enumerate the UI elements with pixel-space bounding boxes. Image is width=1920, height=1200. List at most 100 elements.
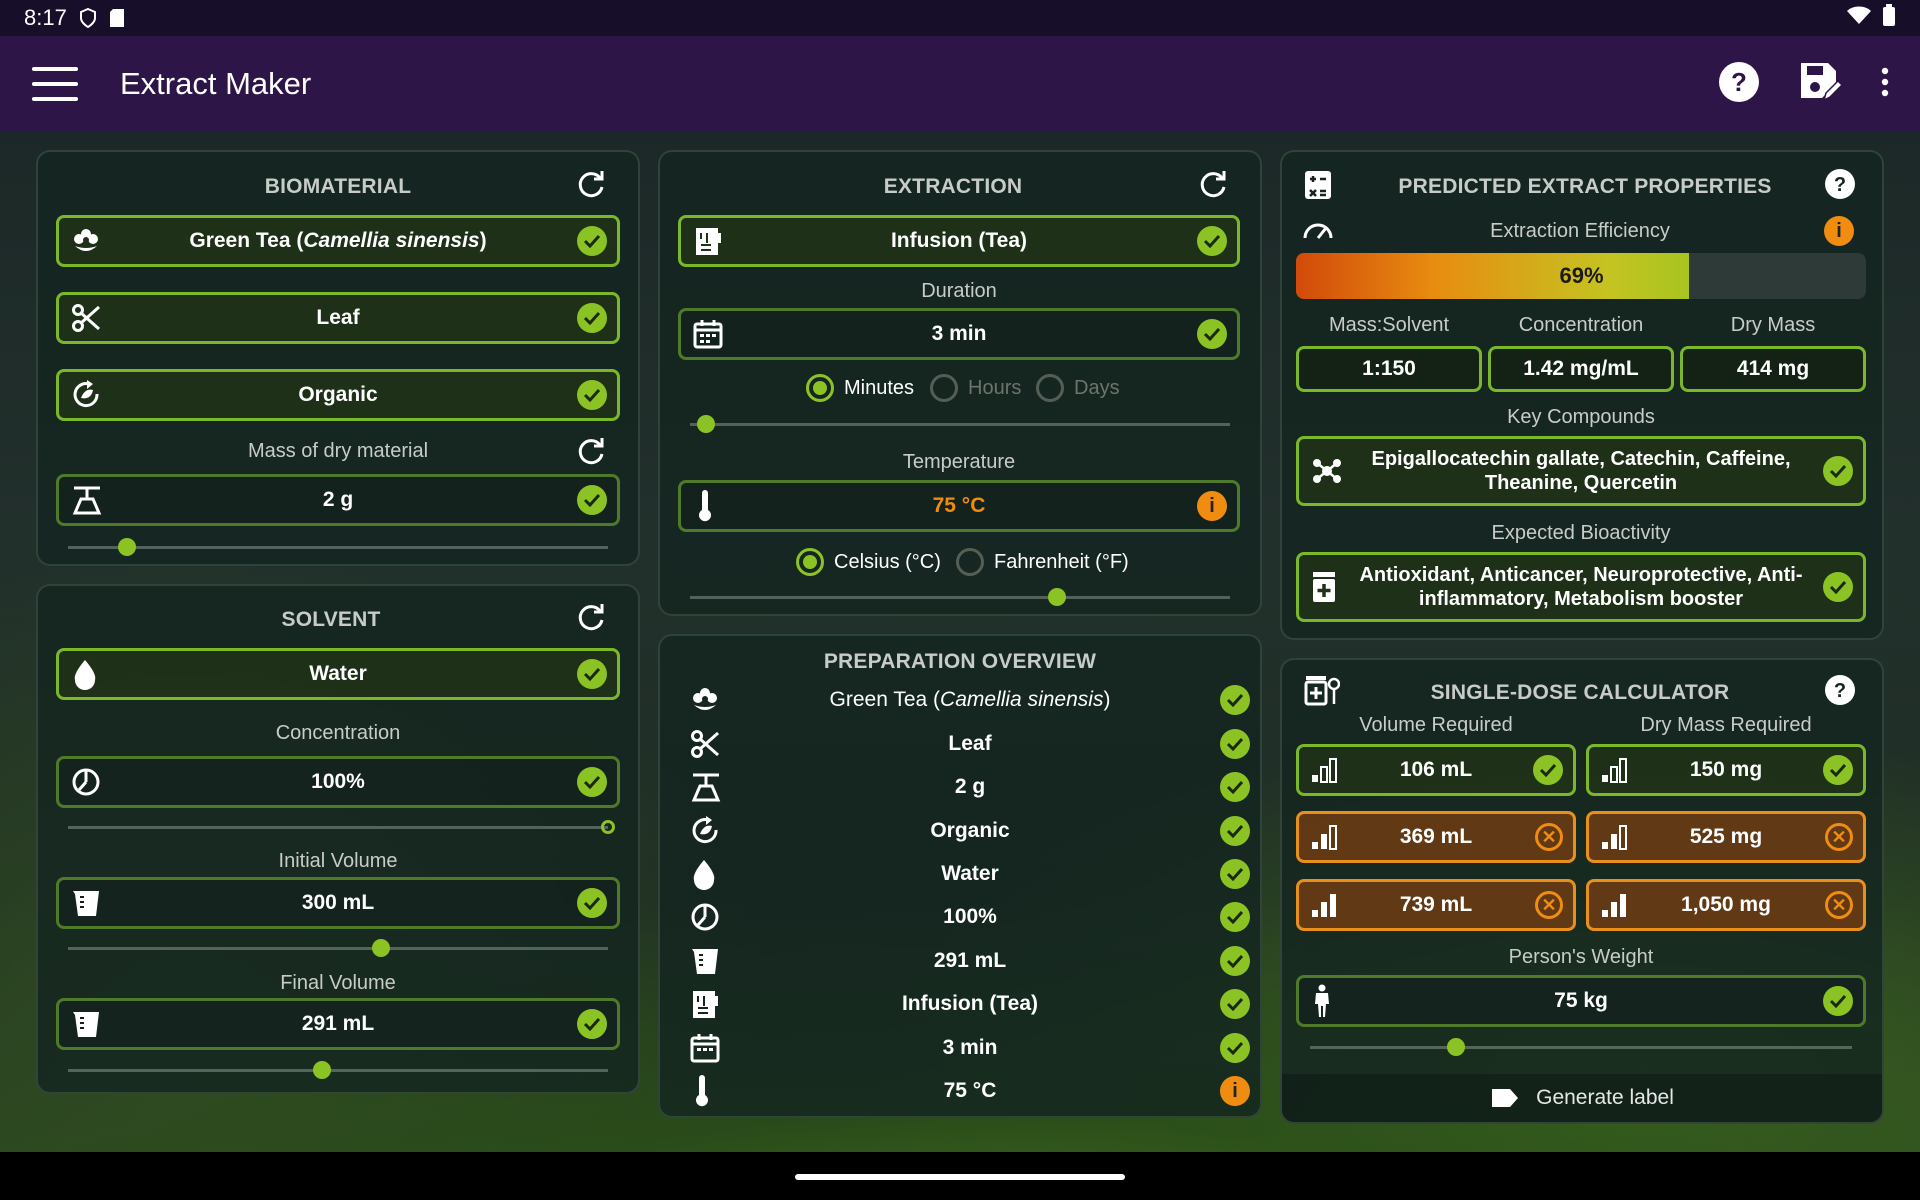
mass-solvent-value: 1:150: [1296, 346, 1482, 392]
bioactivity-value: Antioxidant, Anticancer, Neuroprotective…: [1359, 564, 1803, 610]
info-icon[interactable]: i: [1824, 216, 1854, 246]
cultivation-value: Organic: [298, 383, 378, 406]
plant-part-value: Leaf: [316, 306, 360, 329]
initial-volume-field[interactable]: 300 mL: [56, 877, 620, 929]
mass-dose-low[interactable]: 150 mg: [1586, 744, 1866, 796]
final-volume-label: Final Volume: [280, 972, 396, 994]
initial-volume-value: 300 mL: [301, 891, 375, 914]
help-predicted-icon[interactable]: ?: [1824, 168, 1856, 205]
concentration-field[interactable]: 100%: [56, 756, 620, 808]
menu-icon[interactable]: [32, 67, 78, 101]
key-compounds-field[interactable]: Epigallocatechin gallate, Catechin, Caff…: [1296, 436, 1866, 506]
radio-selected-icon: [806, 374, 834, 402]
mass-dose-medium[interactable]: 525 mg ✕: [1586, 811, 1866, 863]
final-volume-value: 291 mL: [301, 1012, 375, 1035]
temperature-value: 75 °C: [932, 494, 986, 517]
unit-fahrenheit-radio[interactable]: Fahrenheit (°F): [956, 548, 1129, 576]
volume-dose-high[interactable]: 739 mL ✕: [1296, 879, 1576, 931]
home-gesture-handle[interactable]: [795, 1174, 1125, 1180]
duration-slider[interactable]: [690, 415, 1230, 433]
weight-slider[interactable]: [1310, 1038, 1852, 1056]
method-value: Infusion (Tea): [890, 229, 1028, 252]
initial-volume-slider[interactable]: [68, 939, 608, 957]
check-icon: [1220, 946, 1250, 976]
reset-biomaterial-icon[interactable]: [576, 170, 606, 205]
weight-field[interactable]: 75 kg: [1296, 975, 1866, 1027]
check-icon: [577, 303, 607, 333]
mass-dose-high-value: 1,050 mg: [1681, 893, 1771, 916]
recycle-icon: [690, 816, 720, 846]
radio-unselected-icon: [930, 374, 958, 402]
overview-row-cultivation: Organic: [690, 811, 1250, 851]
pie-icon: [690, 902, 720, 932]
final-volume-field[interactable]: 291 mL: [56, 998, 620, 1050]
reset-solvent-icon[interactable]: [576, 603, 606, 638]
plant-field[interactable]: Green Tea (Camellia sinensis): [56, 215, 620, 267]
overview-solvent: Water: [941, 862, 999, 885]
mass-dose-medium-value: 525 mg: [1689, 825, 1763, 848]
check-icon: [1823, 572, 1853, 602]
temperature-slider[interactable]: [690, 588, 1230, 606]
unit-hours-radio[interactable]: Hours: [930, 374, 1021, 402]
generate-label-button[interactable]: Generate label: [1282, 1074, 1882, 1122]
more-options-icon[interactable]: [1880, 67, 1890, 102]
check-icon: [1220, 902, 1250, 932]
check-icon: [577, 226, 607, 256]
generate-label-text: Generate label: [1536, 1086, 1674, 1109]
info-icon[interactable]: i: [1197, 491, 1227, 521]
radio-selected-icon: [796, 548, 824, 576]
navigation-bar: [0, 1152, 1920, 1200]
overview-volume: 291 mL: [933, 949, 1007, 972]
reset-mass-icon[interactable]: [576, 437, 606, 472]
signal-medium-icon: [1601, 824, 1629, 850]
check-icon: [577, 659, 607, 689]
method-field[interactable]: Infusion (Tea): [678, 215, 1240, 267]
final-volume-slider-thumb[interactable]: [312, 1061, 331, 1079]
mass-field[interactable]: 2 g: [56, 474, 620, 526]
reset-extraction-icon[interactable]: [1198, 170, 1228, 205]
save-edit-icon[interactable]: [1798, 60, 1844, 109]
duration-value: 3 min: [931, 322, 987, 345]
app-bar: Extract Maker ?: [0, 36, 1920, 132]
check-icon: [577, 767, 607, 797]
volume-dose-medium[interactable]: 369 mL ✕: [1296, 811, 1576, 863]
overview-duration: 3 min: [942, 1036, 998, 1059]
signal-high-icon: [1601, 892, 1629, 918]
info-icon[interactable]: i: [1220, 1076, 1250, 1106]
efficiency-value: 69%: [1559, 263, 1604, 288]
mass-slider[interactable]: [68, 538, 608, 556]
check-icon: [1220, 816, 1250, 846]
calendar-icon: [690, 1033, 720, 1063]
mass-dose-high[interactable]: 1,050 mg ✕: [1586, 879, 1866, 931]
app-title: Extract Maker: [120, 66, 312, 101]
solvent-field[interactable]: Water: [56, 648, 620, 700]
check-icon: [1197, 319, 1227, 349]
overview-row-mass: 2 g: [690, 767, 1250, 807]
final-volume-slider[interactable]: [68, 1061, 608, 1079]
plant-part-field[interactable]: Leaf: [56, 292, 620, 344]
cultivation-field[interactable]: Organic: [56, 369, 620, 421]
overview-row-part: Leaf: [690, 724, 1250, 764]
temperature-label: Temperature: [902, 451, 1016, 473]
duration-field[interactable]: 3 min: [678, 308, 1240, 360]
bioactivity-field[interactable]: Antioxidant, Anticancer, Neuroprotective…: [1296, 552, 1866, 622]
overview-temperature: 75 °C: [943, 1079, 997, 1102]
teapot-icon: [693, 225, 723, 257]
help-icon[interactable]: ?: [1718, 61, 1760, 108]
dry-mass-label: Dry Mass: [1730, 314, 1816, 336]
temperature-field[interactable]: 75 °C i: [678, 480, 1240, 532]
weight-value: 75 kg: [1554, 989, 1608, 1012]
concentration-slider-thumb[interactable]: [601, 820, 615, 834]
check-icon: [1823, 755, 1853, 785]
wifi-icon: [1846, 5, 1872, 31]
overview-row-temperature: 75 °C i: [690, 1071, 1250, 1111]
unit-celsius-radio[interactable]: Celsius (°C): [796, 548, 941, 576]
help-dose-icon[interactable]: ?: [1824, 674, 1856, 711]
volume-dose-medium-value: 369 mL: [1399, 825, 1473, 848]
unit-days-radio[interactable]: Days: [1036, 374, 1120, 402]
volume-dose-low[interactable]: 106 mL: [1296, 744, 1576, 796]
key-compounds-label: Key Compounds: [1507, 406, 1655, 428]
efficiency-bar: 69%: [1296, 253, 1866, 299]
unit-minutes-radio[interactable]: Minutes: [806, 374, 914, 402]
concentration-slider[interactable]: [68, 820, 615, 834]
